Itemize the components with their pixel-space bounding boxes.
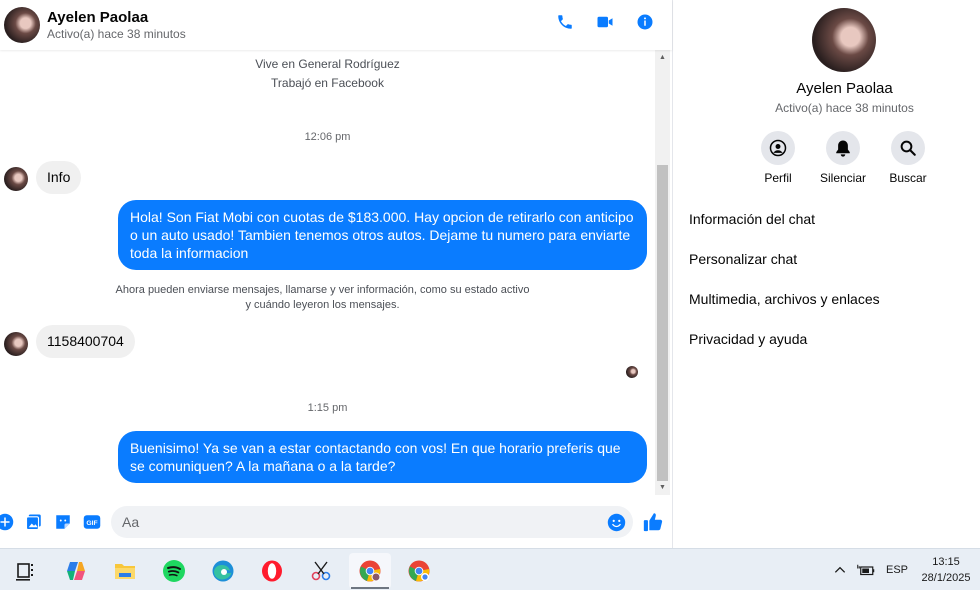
- task-view-button[interactable]: [4, 553, 46, 589]
- emoji-icon[interactable]: [607, 513, 626, 532]
- spotify-icon: [163, 560, 185, 582]
- plus-icon[interactable]: [0, 513, 14, 531]
- incoming-message[interactable]: 1158400704: [36, 325, 135, 358]
- task-view-icon: [16, 563, 33, 581]
- search-button-circle[interactable]: [891, 131, 925, 165]
- search-button[interactable]: Buscar: [889, 131, 927, 185]
- profile-button[interactable]: Perfil: [761, 131, 795, 185]
- menu-privacy-help[interactable]: Privacidad y ayuda: [689, 330, 880, 370]
- chrome-profile-button[interactable]: [349, 553, 391, 589]
- message-input[interactable]: [111, 506, 633, 538]
- system-note-line2: y cuándo leyeron los mensajes.: [245, 299, 400, 311]
- battery-network-button[interactable]: [857, 549, 875, 590]
- intro-work: Trabajó en Facebook: [271, 76, 384, 90]
- contact-name: Ayelen Paolaa: [47, 8, 149, 26]
- outgoing-message[interactable]: Hola! Son Fiat Mobi con cuotas de $183.0…: [118, 200, 647, 270]
- info-icon[interactable]: [636, 13, 654, 31]
- panel-contact-name: Ayelen Paolaa: [796, 80, 893, 97]
- outgoing-message[interactable]: Buenisimo! Ya se van a estar contactando…: [118, 431, 647, 483]
- snipping-tool-button[interactable]: [300, 553, 342, 589]
- sticker-icon[interactable]: [54, 513, 72, 531]
- bell-icon: [836, 140, 850, 157]
- incoming-message[interactable]: Info: [36, 161, 82, 194]
- scissors-icon: [311, 561, 331, 581]
- opera-button[interactable]: [251, 553, 293, 589]
- scroll-up-button[interactable]: ▲: [655, 50, 670, 65]
- edge-button[interactable]: [202, 553, 244, 589]
- panel-actions: Perfil Silenciar Buscar: [761, 131, 927, 185]
- tray-overflow-button[interactable]: [833, 549, 847, 590]
- read-receipt-avatar: [626, 366, 638, 378]
- copilot-icon: [67, 562, 85, 580]
- chat-info-panel: Ayelen Paolaa Activo(a) hace 38 minutos …: [672, 0, 980, 548]
- opera-icon: [262, 560, 282, 582]
- mute-label: Silenciar: [819, 171, 867, 185]
- timestamp: 1:15 pm: [307, 402, 348, 414]
- message-list[interactable]: Vive en General Rodríguez Trabajó en Fac…: [0, 50, 655, 495]
- taskbar: ESP 13:15 28/1/2025: [0, 548, 980, 590]
- spotify-button[interactable]: [153, 553, 195, 589]
- chrome-button[interactable]: [398, 553, 440, 589]
- sender-avatar[interactable]: [4, 332, 28, 356]
- sender-avatar[interactable]: [4, 167, 28, 191]
- contact-avatar[interactable]: [4, 7, 40, 43]
- chevron-up-icon: [834, 566, 846, 573]
- message-composer: GIF: [0, 498, 672, 548]
- scroll-thumb[interactable]: [657, 165, 668, 481]
- gif-icon[interactable]: GIF: [83, 513, 101, 531]
- panel-avatar[interactable]: [812, 8, 876, 72]
- edge-icon: [212, 560, 234, 582]
- chat-column: Ayelen Paolaa Activo(a) hace 38 minutos …: [0, 0, 672, 548]
- gif-icon-label: GIF: [86, 520, 97, 527]
- like-icon[interactable]: [642, 511, 664, 533]
- folder-icon: [115, 564, 135, 579]
- menu-customize-chat[interactable]: Personalizar chat: [689, 250, 880, 290]
- timestamp: 12:06 pm: [304, 131, 351, 143]
- copilot-button[interactable]: [55, 553, 97, 589]
- chrome-profile-icon: [359, 560, 381, 582]
- file-explorer-button[interactable]: [104, 553, 146, 589]
- search-label: Buscar: [889, 171, 927, 185]
- menu-chat-info[interactable]: Información del chat: [689, 210, 880, 250]
- video-icon[interactable]: [596, 13, 614, 31]
- panel-menu: Información del chat Personalizar chat M…: [689, 210, 880, 370]
- mute-button-circle[interactable]: [826, 131, 860, 165]
- battery-icon: [857, 564, 875, 576]
- header-actions: [556, 13, 654, 31]
- profile-icon: [769, 139, 787, 157]
- scroll-down-button[interactable]: ▼: [655, 480, 670, 495]
- system-note-line1: Ahora pueden enviarse mensajes, llamarse…: [115, 284, 530, 296]
- message-scrollbar[interactable]: ▲ ▼: [655, 50, 670, 495]
- language-indicator[interactable]: ESP: [886, 549, 908, 590]
- profile-button-circle[interactable]: [761, 131, 795, 165]
- system-clock[interactable]: 13:15 28/1/2025: [912, 554, 980, 586]
- clock-date: 28/1/2025: [921, 572, 971, 584]
- contact-status: Activo(a) hace 38 minutos: [47, 26, 186, 41]
- chat-header: Ayelen Paolaa Activo(a) hace 38 minutos: [0, 0, 672, 50]
- phone-icon[interactable]: [556, 13, 574, 31]
- mute-button[interactable]: Silenciar: [820, 131, 866, 185]
- chrome-icon: [408, 560, 430, 582]
- intro-location: Vive en General Rodríguez: [255, 57, 400, 71]
- profile-label: Perfil: [764, 171, 792, 185]
- search-icon: [900, 140, 916, 156]
- panel-contact-status: Activo(a) hace 38 minutos: [775, 101, 914, 115]
- photo-icon[interactable]: [25, 513, 43, 531]
- header-text[interactable]: Ayelen Paolaa Activo(a) hace 38 minutos: [47, 9, 186, 42]
- menu-media-files-links[interactable]: Multimedia, archivos y enlaces: [689, 290, 880, 330]
- clock-time: 13:15: [932, 556, 960, 568]
